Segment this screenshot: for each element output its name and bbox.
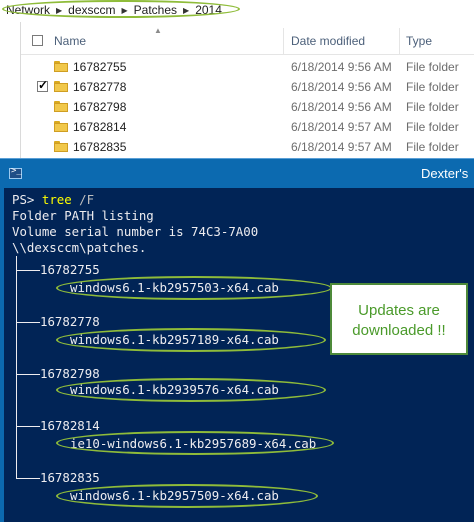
output-line: Volume serial number is 74C3-7A00	[12, 224, 259, 239]
file-list: ▲ Name Date modified Type 16782755 6/18/…	[20, 22, 474, 158]
file-row[interactable]: 16782755 6/18/2014 9:56 AM File folder	[21, 57, 474, 77]
highlight-oval	[56, 484, 318, 508]
column-name[interactable]: Name	[54, 34, 86, 48]
tree-branch-line	[16, 270, 40, 271]
column-divider[interactable]	[399, 28, 400, 54]
column-date-modified[interactable]: Date modified	[291, 34, 365, 48]
file-name: 16782778	[73, 80, 127, 94]
tree-branch-line	[16, 256, 17, 478]
address-bar[interactable]: Network ▶ dexsccm ▶ Patches ▶ 2014	[0, 0, 474, 22]
tree-folder: 16782778	[40, 314, 100, 329]
sort-up-icon: ▲	[154, 26, 162, 35]
folder-icon	[54, 141, 68, 152]
folder-icon	[54, 121, 68, 132]
tree-branch-line	[16, 322, 40, 323]
file-row[interactable]: 16782814 6/18/2014 9:57 AM File folder	[21, 117, 474, 137]
file-date: 6/18/2014 9:57 AM	[291, 120, 392, 134]
file-name: 16782814	[73, 120, 127, 134]
file-date: 6/18/2014 9:57 AM	[291, 140, 392, 154]
annotation-callout: Updates are downloaded !!	[330, 283, 468, 355]
folder-icon	[54, 81, 68, 92]
callout-line: downloaded !!	[352, 322, 446, 339]
file-name: 16782835	[73, 140, 127, 154]
file-type: File folder	[406, 140, 459, 154]
tree-folder: 16782798	[40, 366, 100, 381]
file-name: 16782755	[73, 60, 127, 74]
file-date: 6/18/2014 9:56 AM	[291, 60, 392, 74]
file-date: 6/18/2014 9:56 AM	[291, 80, 392, 94]
tree-folder: 16782814	[40, 418, 100, 433]
column-type[interactable]: Type	[406, 34, 432, 48]
powershell-title-bar[interactable]: >_ Dexter's	[0, 158, 474, 188]
tree-folder: 16782755	[40, 262, 100, 277]
file-date: 6/18/2014 9:56 AM	[291, 100, 392, 114]
select-all-checkbox[interactable]	[32, 35, 43, 46]
folder-icon	[54, 61, 68, 72]
highlight-oval	[56, 431, 334, 455]
powershell-console[interactable]: PS> tree /F Folder PATH listing Volume s…	[4, 188, 474, 522]
column-divider[interactable]	[283, 28, 284, 54]
file-name: 16782798	[73, 100, 127, 114]
output-line: \\dexsccm\patches.	[12, 240, 147, 255]
column-header: ▲ Name Date modified Type	[21, 26, 474, 55]
output-line: Folder PATH listing	[12, 208, 154, 223]
tree-branch-line	[16, 426, 40, 427]
row-checkbox[interactable]	[37, 78, 48, 92]
tree-branch-line	[16, 478, 40, 479]
highlight-oval	[56, 276, 332, 300]
highlight-oval	[56, 328, 326, 352]
file-type: File folder	[406, 100, 459, 114]
tree-folder: 16782835	[40, 470, 100, 485]
file-type: File folder	[406, 120, 459, 134]
command-argument: /F	[79, 192, 95, 207]
file-type: File folder	[406, 60, 459, 74]
highlight-oval	[2, 0, 240, 18]
file-row[interactable]: 16782798 6/18/2014 9:56 AM File folder	[21, 97, 474, 117]
powershell-icon[interactable]: >_	[9, 166, 22, 179]
highlight-oval	[56, 378, 326, 402]
tree-branch-line	[16, 374, 40, 375]
command-line: PS> tree /F	[12, 192, 94, 208]
prompt: PS>	[12, 192, 35, 207]
folder-icon	[54, 101, 68, 112]
callout-line: Updates are	[358, 302, 440, 319]
file-row[interactable]: 16782835 6/18/2014 9:57 AM File folder	[21, 137, 474, 157]
window-title: Dexter's	[421, 166, 469, 181]
file-type: File folder	[406, 80, 459, 94]
command-name: tree	[41, 192, 72, 207]
file-row[interactable]: 16782778 6/18/2014 9:56 AM File folder	[21, 77, 474, 97]
